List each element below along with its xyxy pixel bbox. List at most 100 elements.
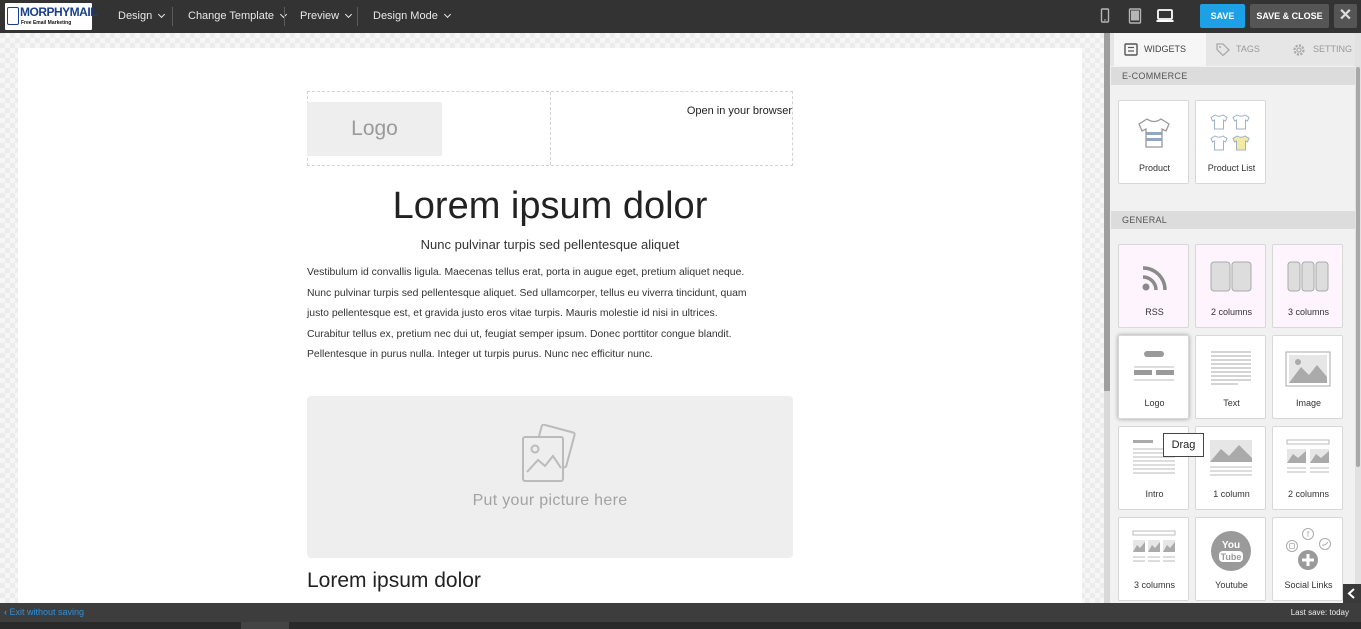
- widget-logo[interactable]: Logo: [1118, 335, 1189, 419]
- svg-text:f: f: [1307, 530, 1310, 539]
- widget-label: 1 column: [1213, 489, 1250, 499]
- bottom-strip: [0, 622, 1361, 629]
- menu-change-template-label: Change Template: [188, 10, 275, 22]
- brand-logo[interactable]: MORPHYMAIL Free Email Marketing: [5, 3, 98, 30]
- panel-scrollbar[interactable]: [1355, 33, 1361, 603]
- menu-design[interactable]: Design: [118, 0, 166, 33]
- tab-tags[interactable]: TAGS: [1206, 33, 1282, 66]
- tab-widgets-label: WIDGETS: [1144, 44, 1186, 54]
- image-block-icon: [1285, 351, 1331, 387]
- brand-name: MORPHYMAIL: [20, 5, 98, 19]
- paragraph-line: justo pellentesque est, et gravida justo…: [307, 308, 718, 320]
- social-links-icon: f: [1286, 528, 1331, 570]
- widget-social-links[interactable]: f Social Links: [1272, 517, 1343, 601]
- picture-placeholder[interactable]: Put your picture here: [307, 396, 793, 558]
- widget-youtube[interactable]: You Tube Youtube: [1195, 517, 1266, 601]
- save-and-close-button[interactable]: SAVE & CLOSE: [1250, 4, 1329, 28]
- widget-label: Product: [1138, 163, 1171, 173]
- panel-tabs: WIDGETS TAGS SETTING: [1110, 33, 1361, 66]
- mobile-icon[interactable]: [1099, 8, 1111, 24]
- menu-design-label: Design: [118, 10, 153, 22]
- widget-label: RSS: [1145, 307, 1164, 317]
- widget-two-columns[interactable]: 2 columns: [1195, 244, 1266, 328]
- widget-label: 3 columns: [1133, 580, 1176, 590]
- top-toolbar: MORPHYMAIL Free Email Marketing Design C…: [0, 0, 1361, 33]
- svg-text:Tube: Tube: [1221, 552, 1242, 562]
- tab-setting[interactable]: SETTING: [1282, 33, 1361, 66]
- widget-two-columns-image[interactable]: 2 columns: [1272, 426, 1343, 510]
- three-columns-image-icon: [1132, 530, 1176, 562]
- menu-preview-label: Preview: [300, 10, 340, 22]
- menu-divider: [357, 7, 358, 26]
- widget-image[interactable]: Image: [1272, 335, 1343, 419]
- tab-tags-label: TAGS: [1236, 44, 1260, 54]
- svg-text:You: You: [1222, 540, 1240, 551]
- chevron-left-icon: [1347, 588, 1355, 599]
- text-block-icon: [1211, 351, 1251, 385]
- email-paragraph[interactable]: Vestibulum id convallis ligula. Maecenas…: [307, 263, 797, 366]
- menu-design-mode-label: Design Mode: [373, 10, 438, 22]
- menu-divider: [172, 7, 173, 26]
- logo-placeholder[interactable]: Logo: [307, 102, 442, 156]
- menu-preview[interactable]: Preview: [300, 0, 353, 33]
- paragraph-line: Vestibulum id convallis ligula. Maecenas…: [307, 267, 745, 278]
- menu-divider: [284, 7, 285, 26]
- widget-product-list[interactable]: Product List: [1195, 100, 1266, 184]
- tag-icon: [1216, 43, 1230, 56]
- desktop-icon[interactable]: [1156, 8, 1174, 24]
- brand-mark-icon: [7, 7, 19, 25]
- tablet-icon[interactable]: [1128, 8, 1142, 24]
- product-list-icon: [1210, 114, 1250, 151]
- save-button[interactable]: SAVE: [1200, 4, 1245, 28]
- last-save-status: Last save: today: [1290, 608, 1349, 617]
- widget-label: 2 columns: [1210, 307, 1253, 317]
- widgets-panel: WIDGETS TAGS SETTING E-COMMERCE Product …: [1110, 33, 1361, 603]
- column-divider: [550, 92, 551, 165]
- chevron-down-icon: [443, 10, 451, 19]
- widget-one-column[interactable]: 1 column: [1195, 426, 1266, 510]
- one-column-image-icon: [1210, 440, 1252, 476]
- picture-icon: [522, 424, 576, 482]
- widget-text[interactable]: Text: [1195, 335, 1266, 419]
- logo-block-icon: [1134, 351, 1174, 381]
- menu-design-mode[interactable]: Design Mode: [373, 0, 451, 33]
- picture-placeholder-label: Put your picture here: [472, 492, 628, 509]
- tshirt-icon: [1138, 118, 1170, 148]
- widget-label: Text: [1223, 398, 1240, 408]
- brand-tagline: Free Email Marketing: [21, 20, 72, 26]
- youtube-icon: You Tube: [1211, 531, 1251, 571]
- widget-three-columns-image[interactable]: 3 columns: [1118, 517, 1189, 601]
- widget-label: Logo: [1144, 398, 1165, 408]
- section-general: GENERAL: [1111, 211, 1357, 229]
- paragraph-line: Nunc pulvinar turpis sed pellentesque al…: [307, 287, 747, 299]
- open-in-browser-link[interactable]: Open in your browser: [640, 105, 792, 117]
- collapse-panel-button[interactable]: [1343, 584, 1361, 603]
- exit-label: Exit without saving: [9, 607, 85, 617]
- widget-product[interactable]: Product: [1118, 100, 1189, 184]
- two-columns-image-icon: [1286, 439, 1330, 473]
- widget-label: Image: [1295, 398, 1321, 408]
- menu-change-template[interactable]: Change Template: [188, 0, 288, 33]
- drag-tooltip: Drag: [1163, 433, 1204, 457]
- gear-icon: [1293, 44, 1305, 56]
- widget-label: 2 columns: [1287, 489, 1330, 499]
- widget-three-columns[interactable]: 3 columns: [1272, 244, 1343, 328]
- chevron-down-icon: [158, 10, 166, 19]
- paragraph-line: Pellentesque in purus nulla. Integer ut …: [307, 349, 653, 361]
- chevron-down-icon: [345, 10, 353, 19]
- close-icon[interactable]: ✕: [1334, 4, 1357, 28]
- widget-rss[interactable]: RSS: [1118, 244, 1189, 328]
- widgets-icon: [1124, 43, 1138, 56]
- widget-label: 3 columns: [1287, 307, 1330, 317]
- tab-setting-label: SETTING: [1313, 44, 1353, 54]
- widget-label: Social Links: [1284, 580, 1333, 590]
- tab-widgets[interactable]: WIDGETS: [1114, 33, 1206, 66]
- email-headline[interactable]: Lorem ipsum dolor: [307, 185, 793, 228]
- rss-icon: [1142, 266, 1167, 291]
- scrollbar-thumb[interactable]: [1356, 67, 1360, 467]
- email-second-headline[interactable]: Lorem ipsum dolor: [307, 569, 481, 593]
- section-ecommerce: E-COMMERCE: [1111, 67, 1357, 85]
- email-subheadline[interactable]: Nunc pulvinar turpis sed pellentesque al…: [307, 237, 793, 252]
- widget-label: Product List: [1207, 163, 1256, 173]
- exit-without-saving-link[interactable]: ‹ Exit without saving: [4, 603, 84, 622]
